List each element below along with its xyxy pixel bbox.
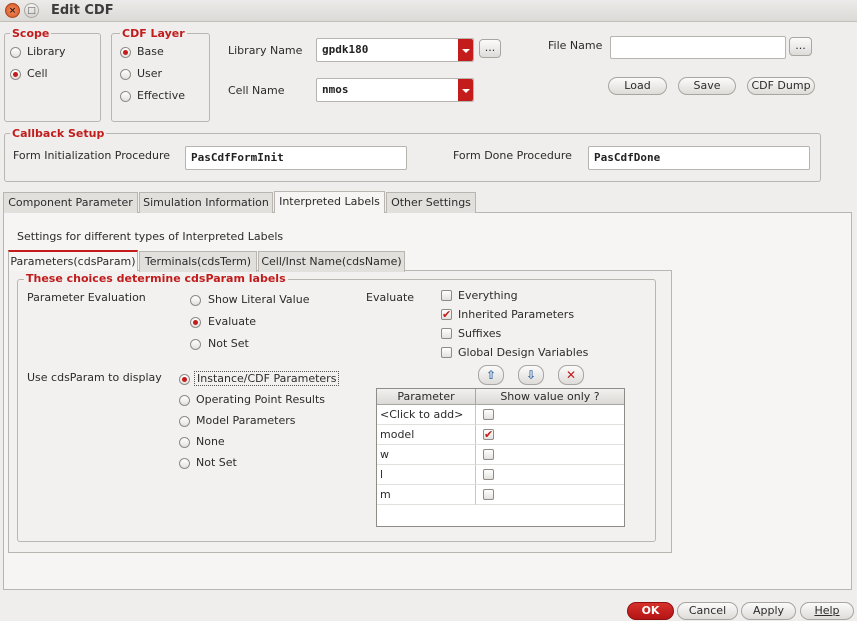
params-table: Parameter Show value only ? <Click to ad… [376,388,625,527]
eval-literal-label: Show Literal Value [208,293,310,306]
subtab-terminals[interactable]: Terminals(cdsTerm) [139,251,257,272]
display-oppoint-label: Operating Point Results [196,393,326,406]
layer-effective-label: Effective [137,89,185,102]
file-browse-button[interactable]: ... [789,37,812,56]
display-none-radio[interactable] [179,437,190,448]
eval-literal-radio[interactable] [190,295,201,306]
scope-library-radio[interactable] [10,47,21,58]
row-show-cell [476,465,624,485]
window-title: Edit CDF [51,3,114,18]
form-init-input[interactable]: PasCdfFormInit [185,146,407,170]
ok-button[interactable]: OK [627,602,674,620]
title-bar: × □ Edit CDF [0,0,857,22]
everything-checkbox[interactable] [441,290,452,301]
form-init-label: Form Initialization Procedure [13,149,171,162]
help-button[interactable]: Help [800,602,854,620]
display-instance-radio[interactable] [179,374,190,385]
row-show-cell [476,485,624,505]
row-name-cell[interactable]: <Click to add> [377,405,476,425]
display-model-radio[interactable] [179,416,190,427]
row-name-cell[interactable]: w [377,445,476,465]
file-name-label: File Name [548,39,603,52]
move-up-icon[interactable]: ⇧ [478,365,504,385]
scope-cell-label: Cell [27,67,48,80]
row-show-cell [476,445,624,465]
layer-user-label: User [137,67,163,80]
save-button[interactable]: Save [678,77,736,95]
show-value-checkbox[interactable] [483,469,494,480]
param-eval-label: Parameter Evaluation [27,291,146,304]
eval-notset-radio[interactable] [190,339,201,350]
close-icon[interactable]: × [5,3,20,18]
scope-library-label: Library [27,45,66,58]
cell-name-label: Cell Name [228,84,285,97]
tab-simulation-information[interactable]: Simulation Information [139,192,273,213]
cell-name-combo[interactable]: nmos [316,78,474,102]
layer-base-radio[interactable] [120,47,131,58]
choices-title: These choices determine cdsParam labels [24,272,288,285]
library-name-value: gpdk180 [322,43,369,56]
subtab-parameters[interactable]: Parameters(cdsParam) [8,250,138,271]
layer-user-radio[interactable] [120,69,131,80]
apply-button[interactable]: Apply [741,602,796,620]
display-instance-label: Instance/CDF Parameters [194,371,340,386]
row-show-cell [476,405,624,425]
form-done-label: Form Done Procedure [453,149,572,162]
col-header-show-value[interactable]: Show value only ? [476,389,624,405]
form-done-input[interactable]: PasCdfDone [588,146,810,170]
global-vars-label: Global Design Variables [458,346,589,359]
file-name-input[interactable] [610,36,786,59]
cdf-layer-title: CDF Layer [120,27,187,40]
library-browse-button[interactable]: ... [479,39,501,58]
show-value-checkbox[interactable] [483,489,494,500]
row-name-cell[interactable]: model [377,425,476,445]
callback-title: Callback Setup [10,127,107,140]
row-name-cell[interactable]: m [377,485,476,505]
cell-name-value: nmos [322,83,349,96]
suffixes-label: Suffixes [458,327,502,340]
display-notset-radio[interactable] [179,458,190,469]
library-name-combo[interactable]: gpdk180 [316,38,474,62]
tab-component-parameter[interactable]: Component Parameter [3,192,138,213]
tab-other-settings[interactable]: Other Settings [386,192,476,213]
delete-icon[interactable]: ✕ [558,365,584,385]
eval-evaluate-radio[interactable] [190,317,201,328]
row-show-cell: ✔ [476,425,624,445]
row-name-cell[interactable]: l [377,465,476,485]
display-model-label: Model Parameters [196,414,296,427]
display-notset-label: Not Set [196,456,237,469]
show-value-checkbox[interactable]: ✔ [483,429,494,440]
library-name-label: Library Name [228,44,303,57]
display-oppoint-radio[interactable] [179,395,190,406]
layer-base-label: Base [137,45,164,58]
layer-effective-radio[interactable] [120,91,131,102]
tab-interpreted-labels[interactable]: Interpreted Labels [274,191,385,213]
show-value-checkbox[interactable] [483,449,494,460]
show-value-checkbox[interactable] [483,409,494,420]
cancel-button[interactable]: Cancel [677,602,738,620]
col-header-parameter[interactable]: Parameter [377,389,476,405]
evaluate-label: Evaluate [366,291,415,304]
subtab-cell-inst-name[interactable]: Cell/Inst Name(cdsName) [258,251,405,272]
chevron-down-icon[interactable] [458,39,473,61]
suffixes-checkbox[interactable] [441,328,452,339]
load-button[interactable]: Load [608,77,667,95]
maximize-icon[interactable]: □ [24,3,39,18]
chevron-down-icon[interactable] [458,79,473,101]
eval-evaluate-label: Evaluate [208,315,257,328]
display-none-label: None [196,435,225,448]
move-down-icon[interactable]: ⇩ [518,365,544,385]
everything-label: Everything [458,289,518,302]
eval-notset-label: Not Set [208,337,249,350]
display-label: Use cdsParam to display [27,371,162,384]
global-vars-checkbox[interactable] [441,347,452,358]
panel-caption: Settings for different types of Interpre… [17,230,284,243]
inherited-label: Inherited Parameters [458,308,575,321]
inherited-checkbox[interactable]: ✔ [441,309,452,320]
scope-title: Scope [10,27,52,40]
scope-cell-radio[interactable] [10,69,21,80]
cdf-dump-button[interactable]: CDF Dump [747,77,815,95]
